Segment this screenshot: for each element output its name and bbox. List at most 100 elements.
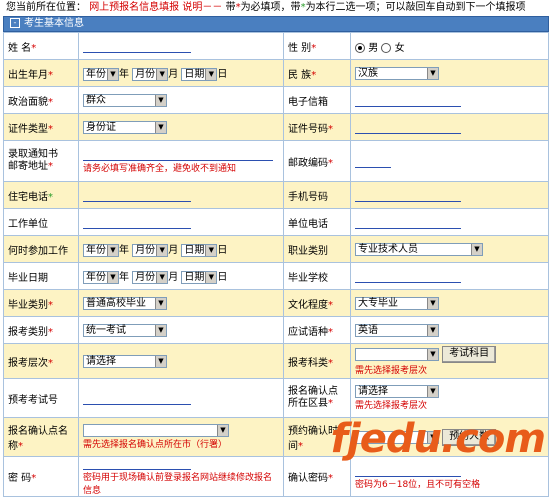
watermark-logo: fjedu.com xyxy=(330,416,546,462)
confirm-password-label: 确认密码 xyxy=(288,473,328,484)
password-input[interactable] xyxy=(83,457,191,470)
grad-school-input[interactable] xyxy=(355,270,461,283)
form-row: 毕业类别* 普通高校毕业 ▼ 文化程度* 大专毕业 ▼ xyxy=(3,289,549,317)
form-row: 毕业日期 年份 ▼ 年 月份 ▼ 月 日期 ▼ 日 毕业学校 xyxy=(3,262,549,290)
required-mark: * xyxy=(328,123,333,135)
section-title: 考生基本信息 xyxy=(24,18,84,29)
birth-month-select[interactable]: 月份 ▼ xyxy=(132,67,169,81)
grad-type-label: 毕业类别 xyxy=(8,299,48,311)
chevron-down-icon: ▼ xyxy=(205,271,217,283)
name-input[interactable] xyxy=(83,40,191,53)
required-mark: * xyxy=(48,357,53,369)
grad-year-select[interactable]: 年份 ▼ xyxy=(83,270,119,284)
level-select[interactable]: 请选择 ▼ xyxy=(83,354,167,368)
gender-male-radio[interactable] xyxy=(355,42,365,53)
edu-select[interactable]: 大专毕业 ▼ xyxy=(355,296,439,310)
work-day-value: 日期 xyxy=(184,244,205,256)
nation-label: 民 族 xyxy=(288,69,312,81)
breadcrumb[interactable]: 网上预报名信息填报 xyxy=(89,2,179,13)
id-type-label: 证件类型 xyxy=(8,123,48,135)
section-header[interactable]: - 考生基本信息 xyxy=(3,16,549,32)
chevron-down-icon: ▼ xyxy=(155,94,166,106)
exam-subjects-button[interactable]: 考试科目 xyxy=(442,346,497,363)
id-number-input[interactable] xyxy=(355,121,461,134)
chevron-down-icon: ▼ xyxy=(205,68,217,80)
note-text: 带 xyxy=(225,2,236,13)
address-hint: 请务必填写准确齐全，避免收不到通知 xyxy=(83,164,237,174)
form-row: 报考类别* 统一考试 ▼ 应试语种* 英语 ▼ xyxy=(3,316,549,344)
birth-year-select[interactable]: 年份 ▼ xyxy=(83,67,119,81)
chevron-down-icon: ▼ xyxy=(155,121,166,133)
form-row: 政治面貌* 群众 ▼ 电子信箱 xyxy=(3,86,549,114)
required-mark: * xyxy=(311,69,317,81)
chevron-down-icon: ▼ xyxy=(156,271,168,283)
job-type-label: 职业类别 xyxy=(288,245,328,257)
confirm-password-input[interactable] xyxy=(355,464,461,477)
district-select[interactable]: 请选择 ▼ xyxy=(355,385,439,398)
year-unit: 年 xyxy=(119,272,129,284)
note-label: 说明－－ xyxy=(182,2,223,13)
pre-exam-no-label: 预考考试号 xyxy=(8,394,58,406)
required-mark: * xyxy=(328,326,333,338)
language-select[interactable]: 英语 ▼ xyxy=(355,323,439,337)
chevron-down-icon: ▼ xyxy=(427,349,438,360)
job-type-select[interactable]: 专业技术人员 ▼ xyxy=(355,242,483,256)
address-label-line2: 邮寄地址 xyxy=(8,161,48,172)
pre-exam-no-input[interactable] xyxy=(83,392,191,405)
home-phone-input[interactable] xyxy=(83,189,191,202)
gender-male-label: 男 xyxy=(368,42,379,54)
politics-select[interactable]: 群众 ▼ xyxy=(83,93,167,107)
required-mark: * xyxy=(31,42,37,54)
confirm-point-select[interactable]: ▼ xyxy=(83,424,229,437)
zip-label: 邮政编码 xyxy=(288,157,328,169)
note-tail: 为本行二选一项；可以敲回车自动到下一个填报项 xyxy=(305,2,526,13)
chevron-down-icon: ▼ xyxy=(471,243,482,255)
required-mark: * xyxy=(48,96,53,108)
grad-month-select[interactable]: 月份 ▼ xyxy=(132,270,169,284)
gender-female-radio[interactable] xyxy=(381,42,392,53)
subject-label: 报考科类 xyxy=(288,357,328,369)
exam-type-select[interactable]: 统一考试 ▼ xyxy=(83,323,167,337)
location-prefix: 您当前所在位置： xyxy=(6,2,86,13)
email-input[interactable] xyxy=(355,94,461,107)
exam-type-value: 统一考试 xyxy=(86,324,126,336)
home-phone-label: 住宅电话 xyxy=(8,191,48,203)
grad-year-value: 年份 xyxy=(86,271,106,283)
required-mark: * xyxy=(328,398,333,409)
work-day-select[interactable]: 日期 ▼ xyxy=(181,243,218,257)
note-mid: 为必填项，带 xyxy=(240,2,301,13)
day-unit: 日 xyxy=(217,245,228,257)
work-month-select[interactable]: 月份 ▼ xyxy=(132,243,169,257)
month-unit: 月 xyxy=(168,69,179,81)
birth-day-select[interactable]: 日期 ▼ xyxy=(181,67,218,81)
edu-label: 文化程度 xyxy=(288,299,328,311)
work-unit-input[interactable] xyxy=(83,216,191,229)
day-unit: 日 xyxy=(217,69,228,81)
required-mark: * xyxy=(328,473,333,484)
work-phone-input[interactable] xyxy=(355,216,461,229)
grad-day-value: 日期 xyxy=(184,271,205,283)
language-value: 英语 xyxy=(358,324,378,336)
chevron-down-icon: ▼ xyxy=(156,244,168,256)
zip-input[interactable] xyxy=(355,155,391,168)
required-mark: * xyxy=(311,42,317,54)
address-input[interactable] xyxy=(83,148,273,161)
mobile-label: 手机号码 xyxy=(288,191,328,203)
gender-female-label: 女 xyxy=(394,42,405,54)
birth-label: 出生年月 xyxy=(8,69,48,81)
collapse-icon[interactable]: - xyxy=(10,18,20,28)
id-type-select[interactable]: 身份证 ▼ xyxy=(83,120,167,134)
mobile-input[interactable] xyxy=(355,189,461,202)
subject-select[interactable]: ▼ xyxy=(355,348,439,361)
work-year-select[interactable]: 年份 ▼ xyxy=(83,243,119,257)
nation-select[interactable]: 汉族 ▼ xyxy=(355,66,439,80)
form-row: 住宅电话* 手机号码 xyxy=(3,181,549,209)
required-mark: * xyxy=(48,69,53,81)
grad-type-select[interactable]: 普通高校毕业 ▼ xyxy=(83,296,167,310)
form-row: 姓 名* 性 别* 男 女 xyxy=(3,32,549,60)
required-mark: * xyxy=(48,299,53,311)
id-number-label: 证件号码 xyxy=(288,123,328,135)
level-value: 请选择 xyxy=(86,355,116,367)
confirm-password-hint: 密码为6－18位，且不可有空格 xyxy=(355,479,481,490)
grad-day-select[interactable]: 日期 ▼ xyxy=(181,270,218,284)
